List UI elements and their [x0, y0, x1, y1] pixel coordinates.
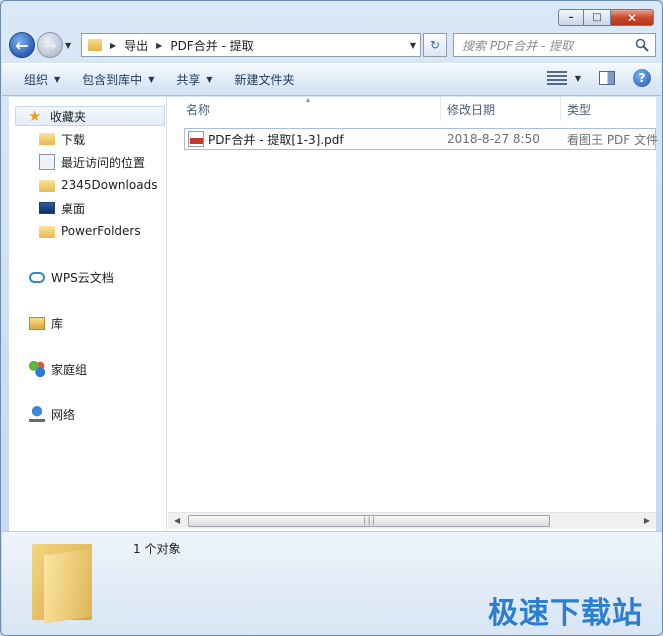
sidebar-item-desktop[interactable]: 桌面 [39, 198, 85, 218]
search-icon[interactable] [635, 38, 649, 52]
breadcrumb-chevron-icon[interactable]: ▶ [110, 41, 116, 50]
toolbar-right: ▼ ? [546, 69, 651, 87]
change-view-icon[interactable] [546, 71, 567, 85]
file-list: ▴ 名称 修改日期 类型 PDF合并 - 提取[1-3].pdf 2018-8-… [168, 95, 659, 531]
file-modified-date: 2018-8-27 8:50 [447, 132, 540, 146]
sidebar-item-network[interactable]: 网络 [29, 404, 75, 424]
preview-pane-icon[interactable] [599, 71, 615, 85]
sidebar-item-wps-cloud[interactable]: WPS云文档 [29, 267, 114, 287]
column-header-modified[interactable]: 修改日期 [447, 97, 495, 121]
recent-pages-dropdown-icon[interactable]: ▼ [65, 41, 75, 50]
watermark-logo: 极速下载站 [488, 596, 643, 631]
sidebar-item-label: 家庭组 [51, 362, 88, 377]
item-count: 1 个对象 [133, 542, 181, 556]
address-bar[interactable]: ▶ 导出 ▶ PDF合并 - 提取 ▼ [81, 33, 421, 57]
sidebar-item-label: PowerFolders [61, 224, 141, 238]
breadcrumb-chevron-icon[interactable]: ▶ [156, 41, 162, 50]
sidebar-item-label: 最近访问的位置 [61, 155, 146, 170]
search-input[interactable]: 搜索 PDF合并 - 提取 [453, 33, 656, 57]
search-placeholder: 搜索 PDF合并 - 提取 [462, 38, 574, 53]
scroll-left-icon[interactable]: ◀ [174, 516, 180, 525]
horizontal-scrollbar[interactable]: ◀ │││ ▶ [168, 512, 656, 529]
minimize-button[interactable]: – [558, 9, 584, 26]
include-in-library-menu[interactable]: 包含到库中 ▼ [82, 71, 154, 88]
sidebar-item-label: 下载 [61, 132, 86, 147]
close-button[interactable]: ✕ [610, 9, 654, 26]
file-row[interactable]: PDF合并 - 提取[1-3].pdf 2018-8-27 8:50 看图王 P… [184, 128, 659, 150]
view-options-dropdown-icon[interactable]: ▼ [575, 74, 581, 83]
homegroup-icon [29, 361, 45, 377]
chevron-down-icon: ▼ [54, 75, 61, 84]
sidebar-item-label: 桌面 [61, 201, 86, 216]
details-pane: 1 个对象 极速下载站 [2, 531, 662, 635]
recent-places-icon [39, 154, 55, 170]
navigation-bar: ← → ▼ ▶ 导出 ▶ PDF合并 - 提取 ▼ ↻ 搜索 PDF合并 - 提… [9, 31, 656, 59]
sidebar-item-2345downloads[interactable]: 2345Downloads [39, 175, 157, 195]
cloud-icon [29, 271, 45, 283]
new-folder-button[interactable]: 新建文件夹 [235, 71, 295, 88]
refresh-button[interactable]: ↻ [423, 33, 447, 57]
breadcrumb-current-folder[interactable]: PDF合并 - 提取 [170, 37, 253, 54]
share-label: 共享 [176, 73, 201, 87]
chevron-down-icon: ▼ [148, 75, 155, 84]
command-bar: 组织 ▼ 包含到库中 ▼ 共享 ▼ 新建文件夹 ▼ ? [2, 63, 661, 96]
content-area: ★ 收藏夹 下载 最近访问的位置 2345Downloads 桌面 PowerF… [9, 95, 659, 531]
column-divider[interactable] [440, 97, 441, 121]
address-dropdown-icon[interactable]: ▼ [410, 41, 416, 50]
pdf-file-icon [188, 131, 204, 147]
sidebar-item-label: 网络 [51, 407, 76, 422]
desktop-icon [39, 202, 55, 214]
column-header-name[interactable]: 名称 [186, 97, 210, 121]
sidebar-item-label: 收藏夹 [50, 109, 87, 124]
sidebar-item-favorites[interactable]: ★ 收藏夹 [15, 106, 165, 126]
organize-label: 组织 [24, 73, 49, 87]
file-name: PDF合并 - 提取[1-3].pdf [208, 132, 344, 147]
sidebar-item-homegroup[interactable]: 家庭组 [29, 359, 87, 379]
chevron-down-icon: ▼ [206, 75, 213, 84]
star-icon: ★ [28, 107, 42, 125]
sidebar-item-label: 库 [51, 316, 64, 331]
navigation-pane: ★ 收藏夹 下载 最近访问的位置 2345Downloads 桌面 PowerF… [9, 97, 167, 531]
back-button[interactable]: ← [9, 32, 35, 58]
help-icon[interactable]: ? [633, 69, 651, 87]
folder-icon [39, 180, 55, 192]
organize-menu[interactable]: 组织 ▼ [24, 71, 60, 88]
file-type: 看图王 PDF 文件 [567, 132, 659, 147]
forward-button[interactable]: → [37, 32, 63, 58]
library-icon [29, 316, 45, 330]
sidebar-item-downloads[interactable]: 下载 [39, 129, 85, 149]
new-folder-label: 新建文件夹 [234, 73, 295, 87]
sidebar-item-label: 2345Downloads [61, 178, 158, 192]
column-divider[interactable] [560, 97, 561, 121]
breadcrumb-export[interactable]: 导出 [124, 37, 148, 54]
sidebar-item-libraries[interactable]: 库 [29, 313, 63, 333]
share-menu[interactable]: 共享 ▼ [176, 71, 212, 88]
sort-ascending-icon: ▴ [306, 95, 311, 104]
include-in-library-label: 包含到库中 [82, 73, 143, 87]
explorer-window: – □ ✕ ← → ▼ ▶ 导出 ▶ PDF合并 - 提取 ▼ ↻ 搜索 PDF… [0, 0, 663, 636]
folder-icon [39, 226, 55, 238]
downloads-folder-icon [39, 133, 55, 145]
scrollbar-thumb[interactable]: │││ [188, 515, 550, 527]
caption-buttons: – □ ✕ [558, 9, 654, 26]
column-header-type[interactable]: 类型 [567, 97, 591, 121]
folder-preview-icon [32, 544, 92, 624]
sidebar-item-label: WPS云文档 [51, 270, 114, 285]
network-icon [29, 406, 45, 422]
sidebar-item-recent-places[interactable]: 最近访问的位置 [39, 152, 145, 172]
scroll-right-icon[interactable]: ▶ [644, 516, 650, 525]
maximize-button[interactable]: □ [584, 9, 610, 26]
folder-icon [88, 39, 102, 51]
sidebar-item-powerfolders[interactable]: PowerFolders [39, 221, 141, 241]
